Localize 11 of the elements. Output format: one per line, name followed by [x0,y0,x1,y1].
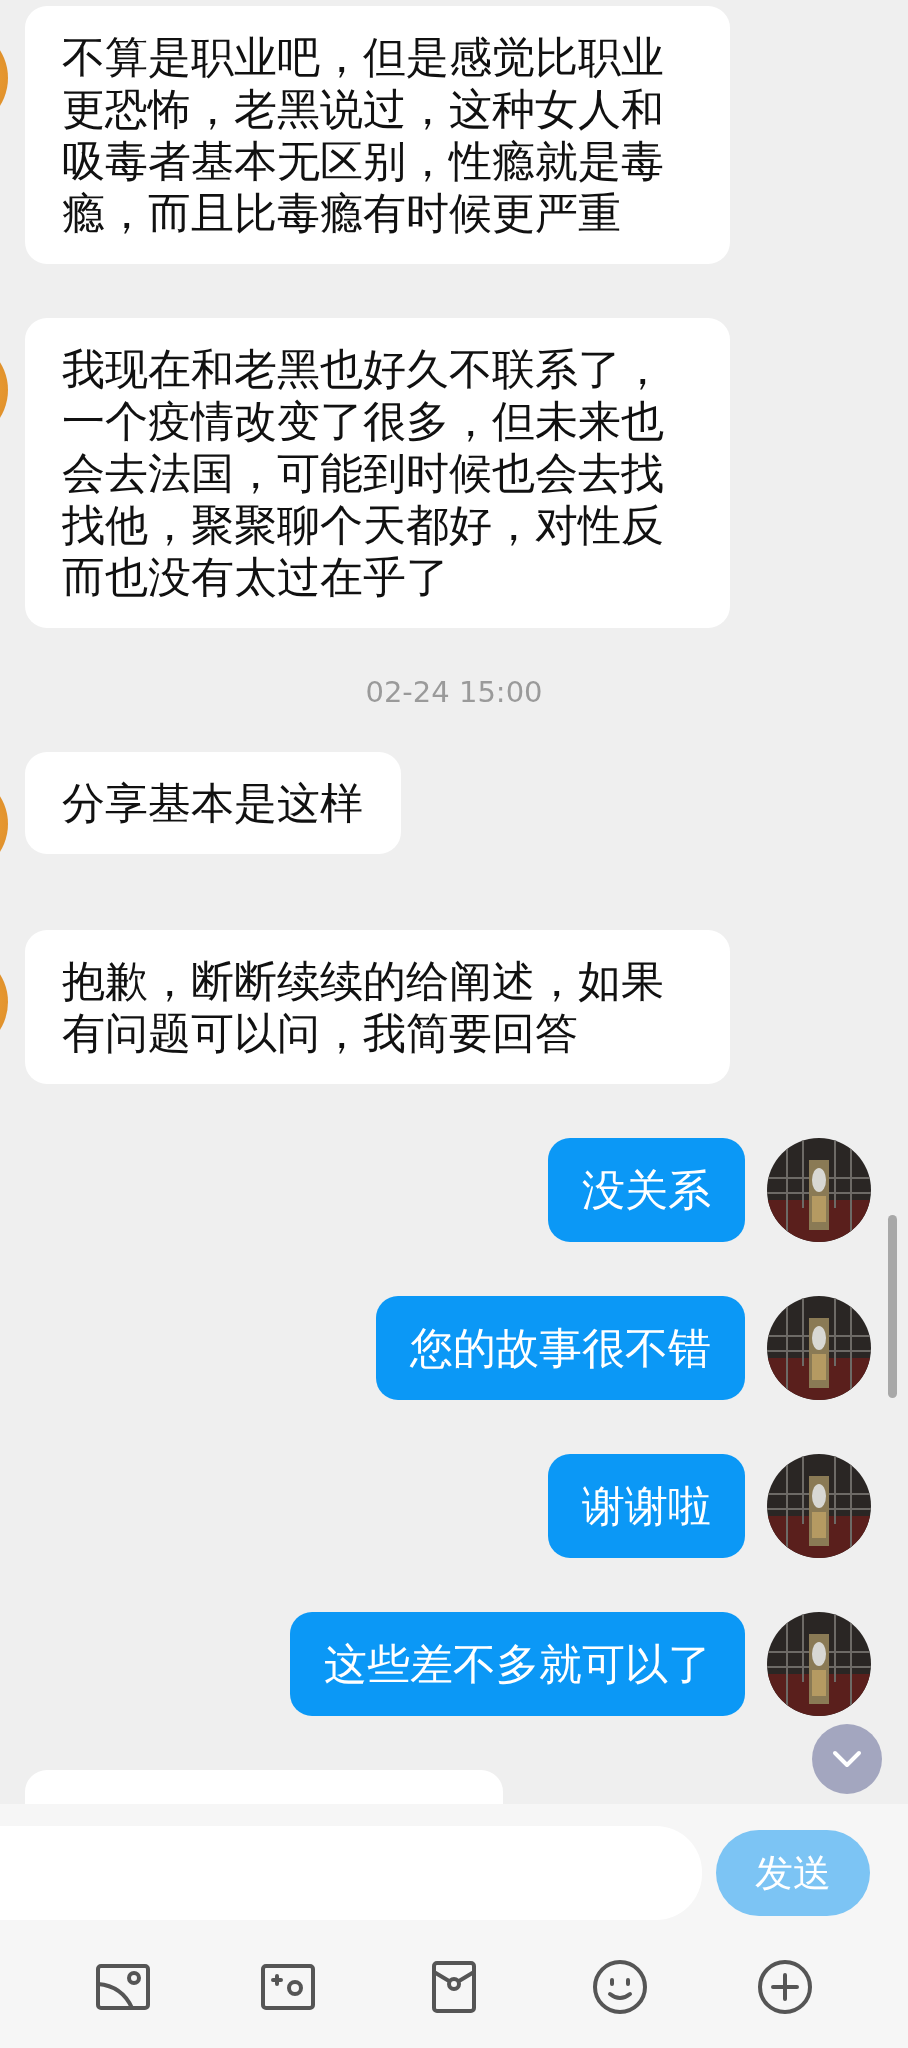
message-bubble: 我现在和老黑也好久不联系了，一个疫情改变了很多，但未来也会去法国，可能到时候也会去找找他，聚聚聊个天都好，对性反而也没有太过在乎了 [25,318,730,628]
message-bubble: 没关系 [548,1138,745,1242]
message-bubble: 不算是职业吧，但是感觉比职业更恐怖，老黑说过，这种女人和吸毒者基本无区别，性瘾就是毒瘾，而且比毒瘾有时候更严重 [25,6,730,264]
message-bubble: 分享基本是这样 [25,752,401,854]
message-bubble: 谢谢啦 [548,1454,745,1558]
scrollbar[interactable] [888,1215,897,1398]
message-bubble: 抱歉，断断续续的给阐述，如果有问题可以问，我简要回答 [25,930,730,1084]
message-bubble: 您的故事很不错 [376,1296,745,1400]
timestamp: 02-24 15:00 [365,674,543,711]
chevron-down-icon [832,1750,862,1768]
message-bubble: 这些差不多就可以了 [290,1612,745,1716]
